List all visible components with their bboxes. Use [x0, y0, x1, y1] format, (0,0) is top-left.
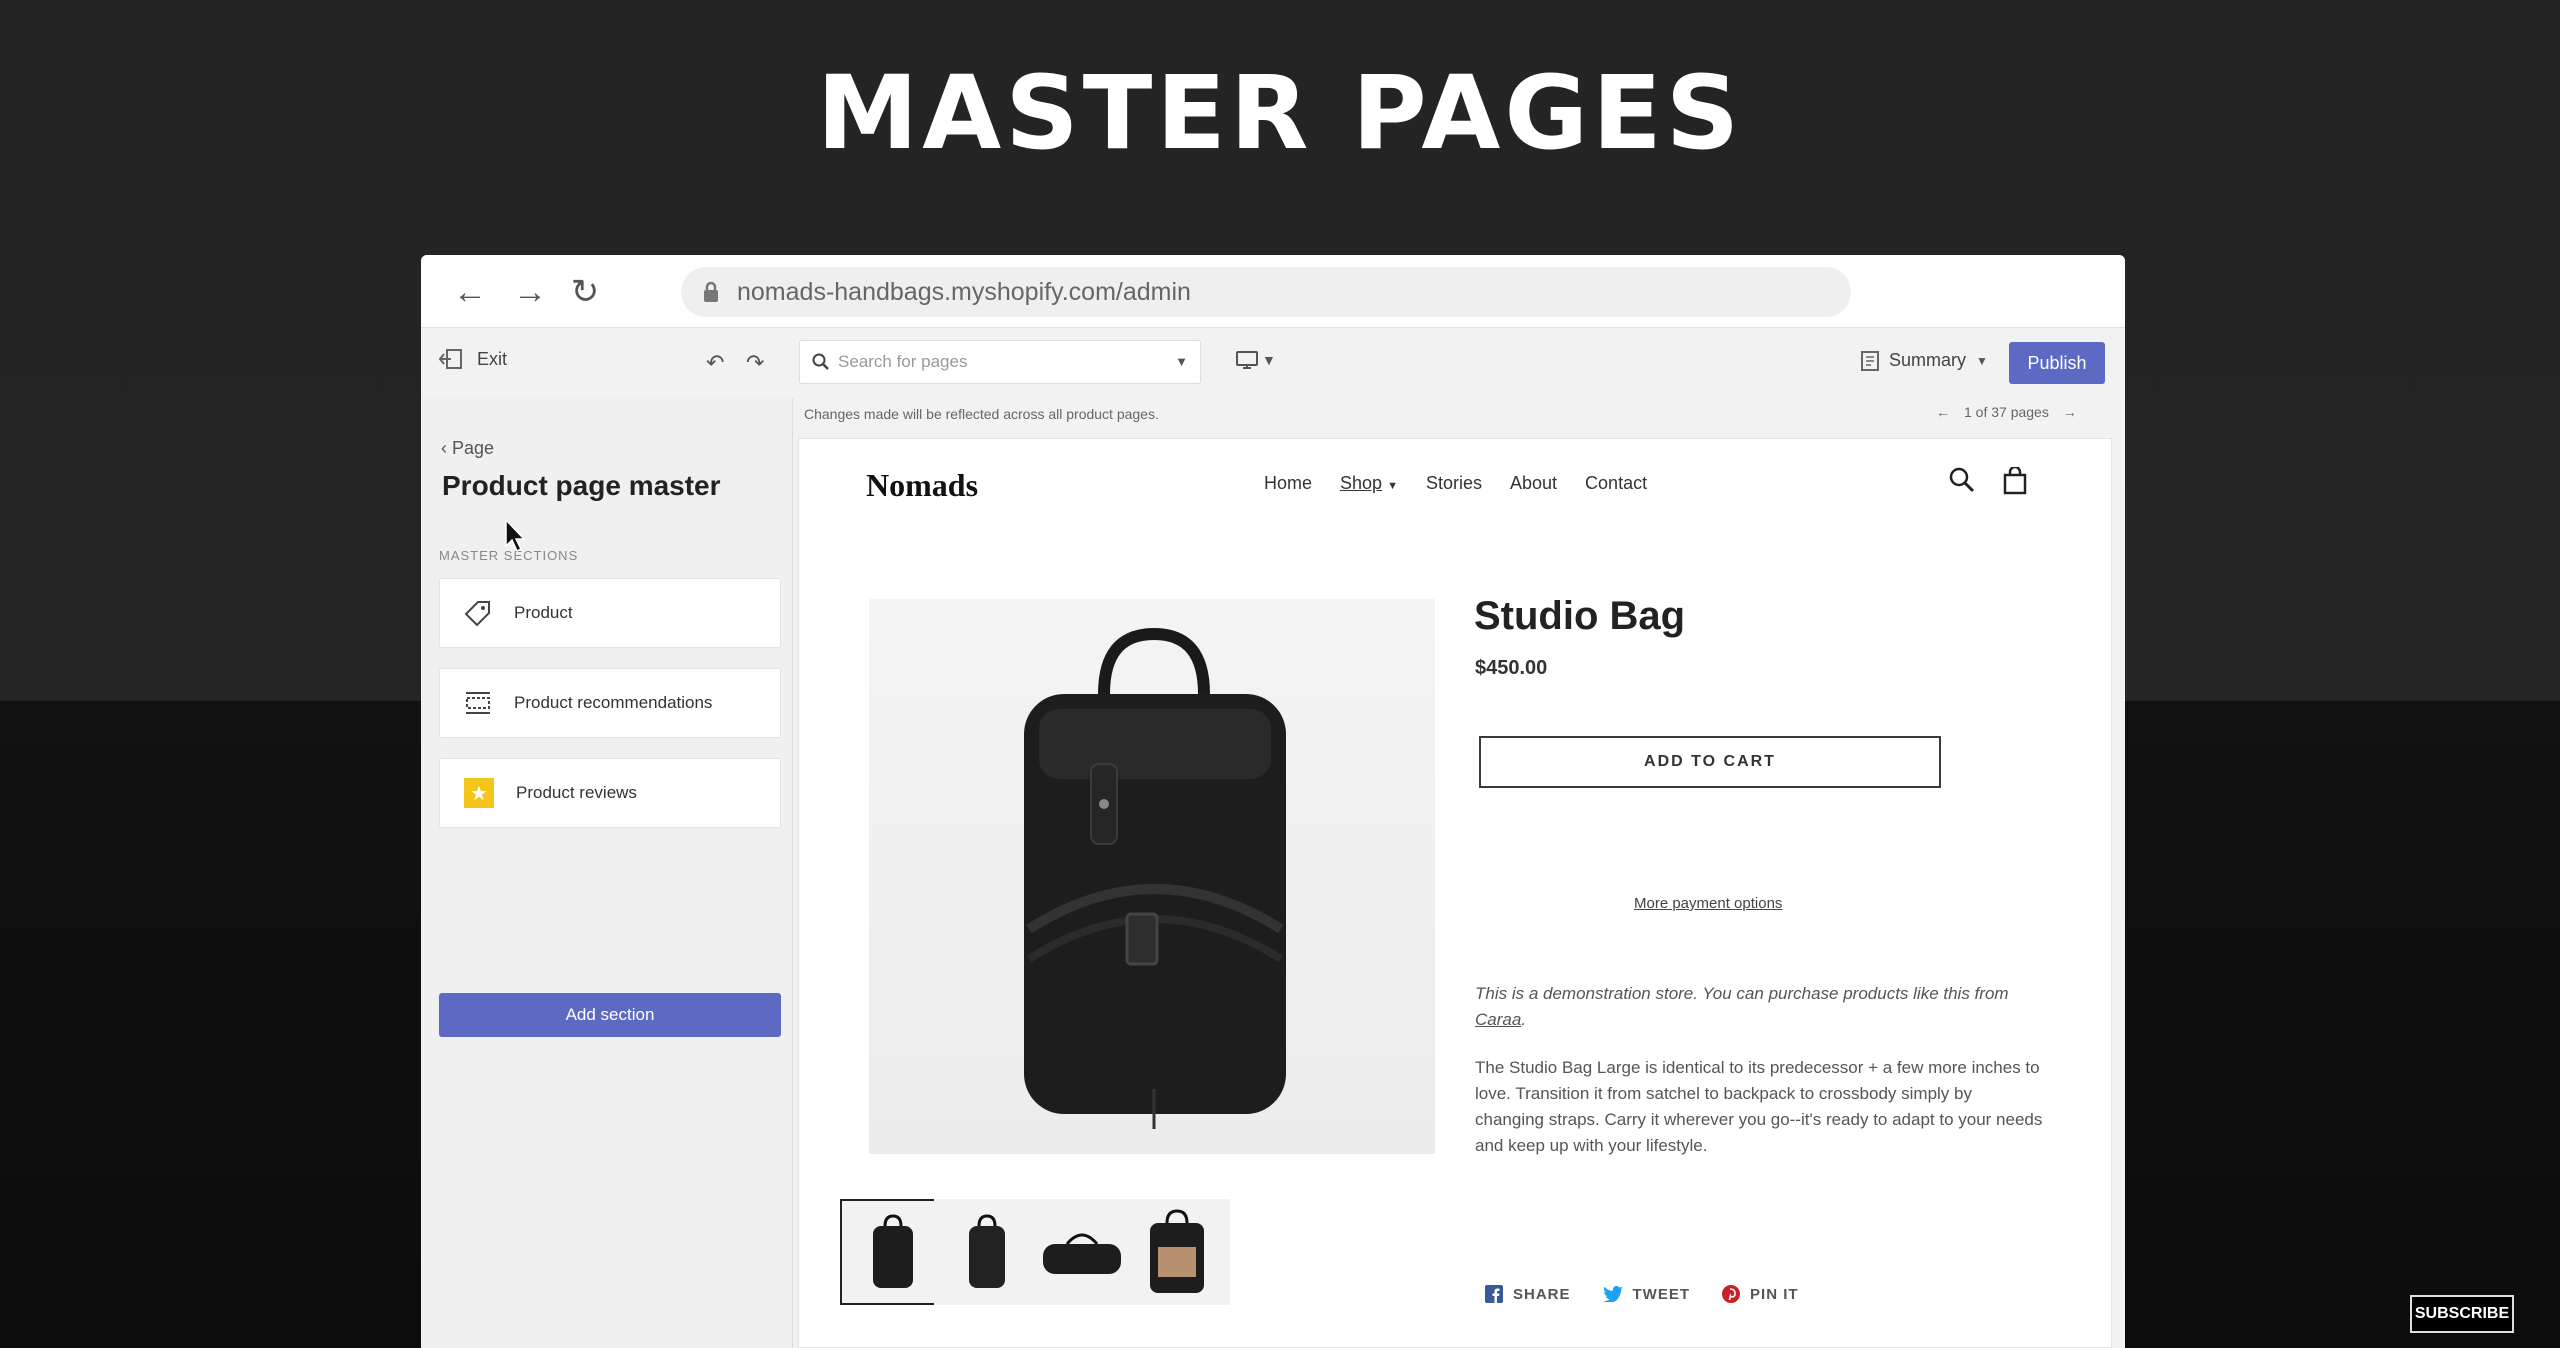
subscribe-button[interactable]: SUBSCRIBE — [2410, 1295, 2514, 1333]
search-icon[interactable] — [1949, 467, 1975, 493]
next-page-icon[interactable]: → — [2063, 404, 2077, 420]
demo-note: This is a demonstration store. You can p… — [1475, 984, 2009, 1029]
sidebar: ‹ Page Product page master MASTER SECTIO… — [421, 398, 793, 1348]
search-placeholder: Search for pages — [838, 352, 968, 371]
store-logo: Nomads — [866, 467, 979, 503]
duffel-thumb-image — [1043, 1233, 1121, 1274]
nav-stories[interactable]: Stories — [1426, 473, 1482, 494]
nav-shop-label: Shop — [1340, 473, 1383, 493]
section-label: Product recommendations — [514, 693, 713, 712]
product-thumbnail[interactable] — [1029, 1199, 1135, 1305]
back-label: Page — [452, 438, 495, 458]
share-twitter-button[interactable]: TWEET — [1602, 1285, 1691, 1303]
product-price: $450.00 — [1475, 657, 1548, 679]
editor-toolbar: Exit ↶ ↷ Search for pages ▼ ▼ Summary ▼ … — [421, 328, 2125, 398]
add-to-cart-button[interactable]: ADD TO CART — [1479, 736, 1941, 788]
chevron-down-icon: ▼ — [1976, 353, 1988, 368]
share-label: SHARE — [1513, 1285, 1571, 1303]
product-title: Studio Bag — [1474, 594, 1686, 638]
undo-icon[interactable]: ↶ — [706, 350, 724, 376]
product-thumbnail[interactable] — [934, 1199, 1040, 1305]
chevron-left-icon: ‹ — [441, 438, 447, 458]
facebook-icon — [1485, 1285, 1503, 1303]
store-preview: Nomads Home Shop ▼ Stories About Contact — [798, 438, 2112, 1348]
redo-icon[interactable]: ↷ — [746, 350, 764, 376]
slide-title: MASTER PAGES — [816, 54, 1744, 173]
summary-label: Summary — [1889, 350, 1967, 370]
pin-label: PIN IT — [1750, 1285, 1799, 1303]
back-link[interactable]: ‹ Page — [441, 438, 494, 459]
section-item-product-reviews[interactable]: ★ Product reviews — [439, 758, 781, 828]
tag-icon — [464, 601, 490, 627]
exit-button[interactable]: Exit — [439, 348, 507, 370]
publish-button[interactable]: Publish — [2009, 342, 2105, 384]
prev-page-icon[interactable]: ← — [1936, 404, 1950, 420]
store-nav: Home Shop ▼ Stories About Contact — [1264, 473, 1647, 494]
pinterest-icon — [1722, 1285, 1741, 1303]
more-payment-options-link[interactable]: More payment options — [1634, 895, 1782, 912]
page-pager: ← 1 of 37 pages → — [1936, 404, 2077, 420]
reload-icon[interactable]: ↻ — [566, 273, 604, 311]
product-main-image[interactable] — [869, 599, 1435, 1154]
share-pinterest-button[interactable]: PIN IT — [1722, 1285, 1799, 1303]
address-bar[interactable]: nomads-handbags.myshopify.com/admin — [681, 267, 1851, 317]
nav-home[interactable]: Home — [1264, 473, 1312, 494]
add-section-button[interactable]: Add section — [439, 993, 781, 1037]
caraa-link[interactable]: Caraa — [1475, 1010, 1521, 1029]
master-notice: Changes made will be reflected across al… — [804, 406, 1159, 422]
share-buttons: SHARE TWEET PIN IT — [1485, 1285, 1799, 1303]
exit-icon — [439, 349, 462, 369]
tweet-label: TWEET — [1632, 1285, 1691, 1303]
product-thumbnail[interactable] — [840, 1199, 946, 1305]
demo-text: This is a demonstration store. You can p… — [1475, 984, 2009, 1003]
section-label: Product — [514, 603, 573, 622]
layout-icon — [466, 692, 490, 714]
document-icon — [1861, 350, 1879, 371]
nav-shop[interactable]: Shop ▼ — [1340, 473, 1398, 494]
page-search-input[interactable]: Search for pages ▼ — [799, 340, 1201, 384]
browser-chrome: ← → ↻ nomads-handbags.myshopify.com/admi… — [421, 255, 2125, 328]
section-label: Product reviews — [516, 783, 637, 802]
star-icon: ★ — [464, 778, 494, 808]
forward-arrow-icon[interactable]: → — [511, 273, 549, 311]
mouse-cursor-icon — [505, 518, 526, 553]
sidebar-title: Product page master — [442, 470, 721, 501]
store-header-icons — [1949, 467, 2027, 495]
backpack-thumb-image — [969, 1214, 1005, 1288]
pager-label: 1 of 37 pages — [1964, 404, 2049, 420]
product-thumbnail[interactable] — [1124, 1199, 1230, 1305]
device-selector[interactable]: ▼ — [1236, 350, 1276, 370]
section-item-product[interactable]: Product — [439, 578, 781, 648]
cart-bag-icon[interactable] — [2003, 467, 2027, 495]
nav-about[interactable]: About — [1510, 473, 1557, 494]
chevron-down-icon: ▼ — [1262, 352, 1276, 368]
twitter-icon — [1602, 1286, 1623, 1302]
chevron-down-icon: ▼ — [1175, 354, 1188, 369]
open-bag-thumb-image — [1150, 1209, 1204, 1293]
backpack-thumb-image — [873, 1214, 913, 1288]
share-facebook-button[interactable]: SHARE — [1485, 1285, 1571, 1303]
summary-dropdown[interactable]: Summary ▼ — [1861, 350, 1988, 371]
section-item-product-recommendations[interactable]: Product recommendations — [439, 668, 781, 738]
backpack-image — [1024, 627, 1286, 1129]
product-description: The Studio Bag Large is identical to its… — [1475, 1058, 2043, 1155]
nav-contact[interactable]: Contact — [1585, 473, 1647, 494]
search-icon — [812, 353, 829, 370]
exit-label: Exit — [477, 348, 508, 369]
desktop-icon — [1236, 351, 1258, 369]
back-arrow-icon[interactable]: ← — [451, 273, 489, 311]
url-text: nomads-handbags.myshopify.com/admin — [737, 278, 1191, 306]
lock-icon — [704, 281, 718, 302]
chevron-down-icon: ▼ — [1387, 480, 1398, 492]
